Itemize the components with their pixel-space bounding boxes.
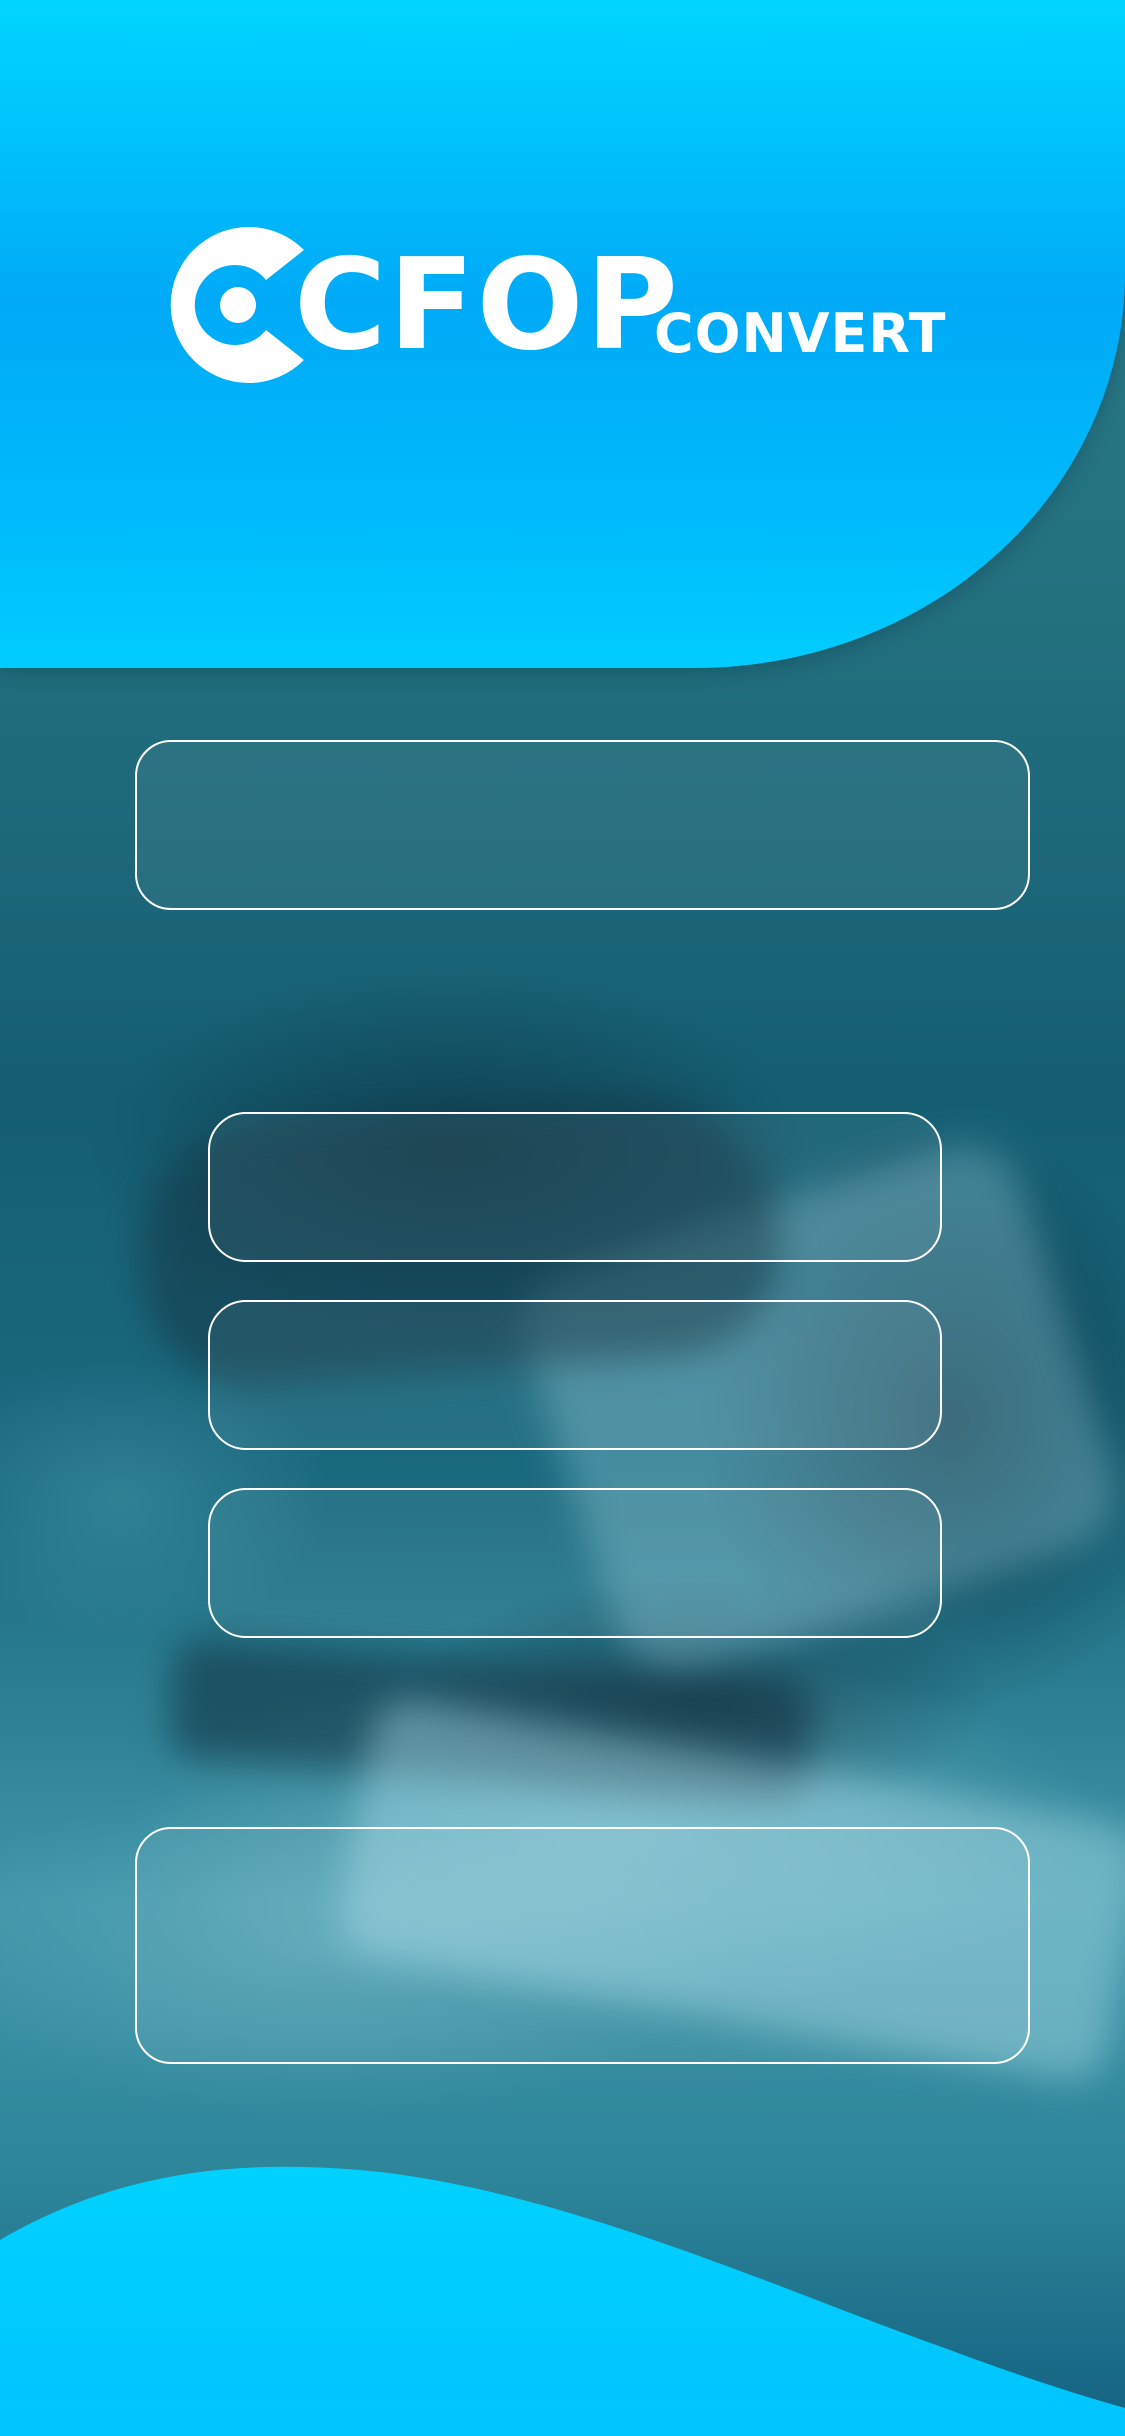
- brand-name-sub: CONVERT: [654, 302, 947, 365]
- option-button-3[interactable]: [208, 1488, 942, 1638]
- app-logo: CFOP CONVERT: [146, 210, 946, 400]
- footer-box: [135, 1827, 1030, 2064]
- brand-name-main: CFOP: [294, 231, 680, 378]
- background-photo-keyboard: [166, 1637, 814, 1803]
- app-screen: CFOP CONVERT: [0, 0, 1125, 2436]
- option-button-1[interactable]: [208, 1112, 942, 1262]
- option-button-2[interactable]: [208, 1300, 942, 1450]
- bottom-wave-decoration: [0, 2166, 1125, 2436]
- title-box: [135, 740, 1030, 910]
